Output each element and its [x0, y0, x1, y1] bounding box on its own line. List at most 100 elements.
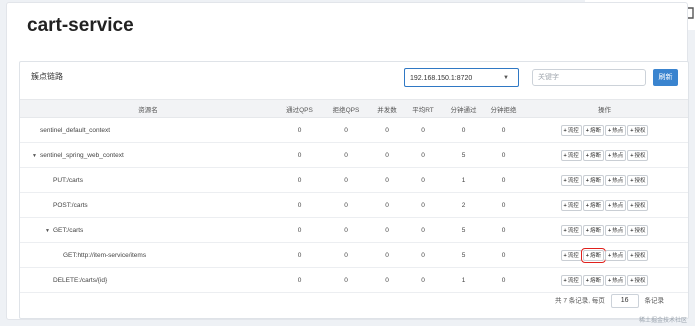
metric-cell: 0 [276, 117, 323, 143]
op-label: 热点 [612, 202, 624, 209]
table-row: DELETE:/carts/{id} 0 0 0 0 1 0 +流控 +熔断 +热点 +授权 [20, 267, 688, 293]
plus-icon: + [630, 127, 634, 134]
metric-cell: 0 [369, 142, 405, 168]
metric-cell: 0 [369, 242, 405, 268]
flow-control-button[interactable]: +流控 [560, 124, 582, 136]
metric-cell: 0 [405, 267, 441, 293]
resource-name: POST:/carts [53, 201, 88, 209]
authority-button[interactable]: +授权 [627, 249, 649, 261]
expand-toggle-icon[interactable]: ▼ [45, 228, 50, 234]
expand-toggle-icon[interactable]: ▼ [32, 153, 37, 159]
metric-cell: 1 [441, 267, 486, 293]
plus-icon: + [563, 127, 567, 134]
degrade-button[interactable]: +熔断 [582, 224, 604, 236]
hotspot-button[interactable]: +热点 [605, 274, 627, 286]
plus-icon: + [563, 202, 567, 209]
op-label: 熔断 [589, 227, 601, 234]
metric-cell: 0 [369, 217, 405, 243]
hotspot-button[interactable]: +热点 [605, 224, 627, 236]
hotspot-button[interactable]: +热点 [605, 249, 627, 261]
authority-button[interactable]: +授权 [627, 274, 649, 286]
op-label: 熔断 [589, 277, 601, 284]
resource-name: GET:/carts [52, 226, 84, 234]
op-label: 流控 [567, 127, 579, 134]
flow-control-button[interactable]: +流控 [560, 174, 582, 186]
op-label: 熔断 [589, 202, 601, 209]
op-label: 热点 [612, 127, 624, 134]
metric-cell: 1 [441, 167, 486, 193]
plus-icon: + [585, 252, 589, 259]
plus-icon: + [608, 277, 612, 284]
resource-name-cell: ▼ GET:/carts [20, 217, 276, 243]
plus-icon: + [630, 252, 634, 259]
flow-control-button[interactable]: +流控 [560, 224, 582, 236]
metric-cell: 0 [323, 167, 369, 193]
operations-cell: +流控 +熔断 +热点 +授权 [521, 267, 688, 293]
degrade-button[interactable]: +熔断 [582, 274, 604, 286]
metric-cell: 0 [323, 142, 369, 168]
pagination-summary: 共 7 条记录, 每页 [555, 297, 605, 305]
resource-table: 资源名 通过QPS 拒绝QPS 并发数 平均RT 分钟通过 分钟拒绝 操作 se… [20, 99, 688, 293]
metric-cell: 0 [405, 217, 441, 243]
op-label: 熔断 [589, 152, 601, 159]
op-label: 流控 [567, 227, 579, 234]
op-label: 热点 [612, 177, 624, 184]
flow-control-button[interactable]: +流控 [560, 249, 582, 261]
metric-cell: 0 [405, 242, 441, 268]
hotspot-button[interactable]: +热点 [605, 149, 627, 161]
metric-cell: 2 [441, 192, 486, 218]
authority-button[interactable]: +授权 [627, 149, 649, 161]
table-row: sentinel_default_context 0 0 0 0 0 0 +流控 +熔断 +热点 +… [20, 117, 688, 143]
metric-cell: 0 [369, 267, 405, 293]
page-size-input[interactable]: 16 [610, 294, 639, 308]
authority-button[interactable]: +授权 [627, 124, 649, 136]
machine-select[interactable]: 192.168.150.1:8720 ▼ [404, 68, 519, 87]
plus-icon: + [630, 277, 634, 284]
hotspot-button[interactable]: +热点 [605, 199, 627, 211]
table-header-row: 资源名 通过QPS 拒绝QPS 并发数 平均RT 分钟通过 分钟拒绝 操作 [20, 99, 688, 118]
resource-panel: 簇点链路 192.168.150.1:8720 ▼ 刷新 资源名 通过QPS 拒… [19, 61, 689, 319]
metric-cell: 0 [369, 167, 405, 193]
plus-icon: + [608, 152, 612, 159]
resource-name-cell: ▼ sentinel_spring_web_context [20, 142, 276, 168]
metric-cell: 0 [405, 192, 441, 218]
degrade-button[interactable]: +熔断 [582, 174, 604, 186]
degrade-button[interactable]: +熔断 [582, 149, 604, 161]
metric-cell: 0 [486, 217, 521, 243]
authority-button[interactable]: +授权 [627, 224, 649, 236]
degrade-button[interactable]: +熔断 [582, 124, 604, 136]
op-label: 授权 [634, 252, 646, 259]
authority-button[interactable]: +授权 [627, 199, 649, 211]
plus-icon: + [585, 277, 589, 284]
metric-cell: 5 [441, 242, 486, 268]
column-header: 平均RT [405, 99, 441, 118]
op-label: 流控 [567, 177, 579, 184]
search-input[interactable] [532, 69, 646, 86]
column-header: 分钟拒绝 [486, 99, 521, 118]
metric-cell: 0 [405, 117, 441, 143]
flow-control-button[interactable]: +流控 [560, 199, 582, 211]
op-label: 授权 [634, 202, 646, 209]
operations-cell: +流控 +熔断 +热点 +授权 [521, 217, 688, 243]
metric-cell: 0 [323, 192, 369, 218]
pagination: 共 7 条记录, 每页 16 条记录 [555, 294, 664, 308]
op-label: 流控 [567, 252, 579, 259]
metric-cell: 0 [486, 167, 521, 193]
metric-cell: 0 [486, 192, 521, 218]
metric-cell: 5 [441, 217, 486, 243]
hotspot-button[interactable]: +热点 [605, 174, 627, 186]
degrade-button[interactable]: +熔断 [580, 247, 607, 263]
flow-control-button[interactable]: +流控 [560, 274, 582, 286]
pagination-suffix: 条记录 [644, 297, 665, 305]
metric-cell: 0 [369, 192, 405, 218]
hotspot-button[interactable]: +热点 [605, 124, 627, 136]
op-label: 热点 [612, 252, 624, 259]
op-label: 授权 [634, 152, 646, 159]
metric-cell: 0 [276, 267, 323, 293]
panel-title: 簇点链路 [31, 72, 63, 81]
authority-button[interactable]: +授权 [627, 174, 649, 186]
op-label: 授权 [634, 127, 646, 134]
flow-control-button[interactable]: +流控 [560, 149, 582, 161]
refresh-button[interactable]: 刷新 [653, 69, 678, 86]
degrade-button[interactable]: +熔断 [582, 199, 604, 211]
